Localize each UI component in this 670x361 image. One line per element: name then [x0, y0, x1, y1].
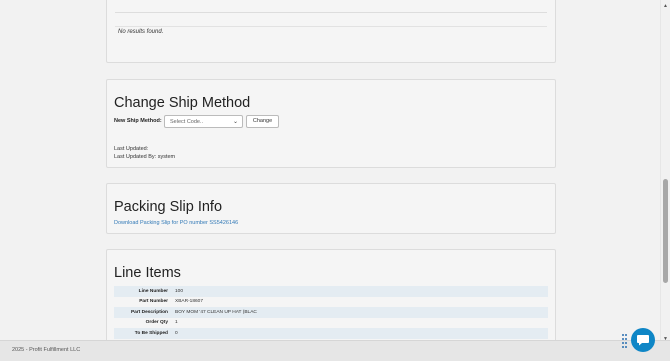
row-label: Part Description [130, 309, 168, 315]
chat-button[interactable] [631, 328, 655, 352]
row-value: BOY MOM '47 CLEAN UP HAT (BLAC [175, 309, 257, 315]
divider [115, 12, 547, 13]
table-row: Order Qty 1 [114, 318, 548, 329]
change-button[interactable]: Change [246, 115, 279, 128]
chevron-down-icon: ⌄ [232, 119, 238, 125]
table-row: Line Number 100 [114, 286, 548, 297]
line-items-title: Line Items [114, 265, 181, 281]
download-packing-slip-link[interactable]: Download Packing Slip for PO number SS54… [114, 220, 238, 226]
row-label: Order Qty [145, 320, 168, 326]
arrow-up-icon[interactable]: ▲ [663, 3, 668, 9]
last-updated-text: Last Updated: [114, 146, 149, 152]
table-row: Part Description BOY MOM '47 CLEAN UP HA… [114, 307, 548, 318]
row-value: 100 [175, 288, 184, 294]
page-footer: 2025 - Profit Fulfillment LLC [0, 340, 670, 361]
page-content: No results found. Change Ship Method New… [0, 0, 660, 340]
table-row: Part Number XBAR-18607 [114, 297, 548, 308]
ship-method-title: Change Ship Method [114, 95, 251, 111]
packing-slip-title: Packing Slip Info [114, 199, 223, 215]
last-updated-by-text: Last Updated By: system [114, 154, 176, 160]
row-label: To Be Shipped [134, 330, 168, 336]
vertical-scrollbar[interactable]: ▲ ▼ [660, 0, 670, 345]
packing-slip-panel: Packing Slip Info Download Packing Slip … [106, 183, 556, 234]
row-label: Line Number [138, 288, 168, 294]
line-items-panel: Line Items Line Number 100 Part Number X… [106, 249, 556, 340]
scrollbar-thumb[interactable] [663, 179, 668, 283]
results-panel: No results found. [106, 0, 556, 63]
no-results-text: No results found. [118, 29, 164, 35]
ship-method-label: New Ship Method: [114, 118, 162, 124]
ship-method-select-value: Select Code.. [170, 119, 204, 125]
chat-bubble-icon [637, 335, 649, 346]
row-value: XBAR-18607 [175, 299, 203, 305]
table-row: To Be Shipped 0 [114, 328, 548, 339]
row-value: 1 [175, 320, 178, 326]
line-items-table: Line Number 100 Part Number XBAR-18607 P… [114, 286, 548, 339]
drag-dots-icon[interactable] [622, 334, 627, 348]
divider [115, 26, 547, 27]
ship-method-select[interactable]: Select Code.. ⌄ [164, 115, 243, 128]
row-value: 0 [175, 330, 178, 336]
copyright-text: 2025 - Profit Fulfillment LLC [12, 347, 81, 353]
row-label: Part Number [139, 299, 168, 305]
ship-method-panel: Change Ship Method New Ship Method: Sele… [106, 79, 556, 168]
